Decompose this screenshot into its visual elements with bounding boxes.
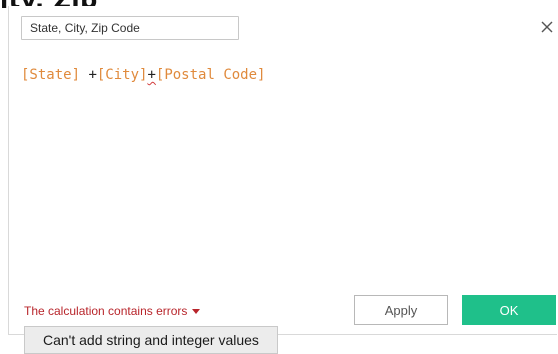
close-button[interactable] xyxy=(539,19,555,35)
calculation-name-input[interactable] xyxy=(21,16,239,40)
formula-token-postal-code: [Postal Code] xyxy=(155,67,266,83)
error-tooltip: Can't add string and integer values xyxy=(24,326,278,354)
formula-editor[interactable]: [State] +[City]+[Postal Code] xyxy=(21,66,541,266)
error-toggle[interactable]: The calculation contains errors xyxy=(24,304,201,318)
ok-button[interactable]: OK xyxy=(462,295,556,325)
formula-token-city: [City] xyxy=(96,67,148,83)
calculation-editor-dialog: [State] +[City]+[Postal Code] The calcul… xyxy=(8,6,557,335)
error-toggle-label: The calculation contains errors xyxy=(24,304,188,318)
formula-token-plus-error: + xyxy=(147,67,156,83)
formula-token-state: [State] xyxy=(21,67,81,83)
close-icon xyxy=(541,21,553,33)
caret-down-icon xyxy=(192,308,201,314)
apply-button[interactable]: Apply xyxy=(354,295,448,325)
formula-token-plus: + xyxy=(80,67,97,83)
